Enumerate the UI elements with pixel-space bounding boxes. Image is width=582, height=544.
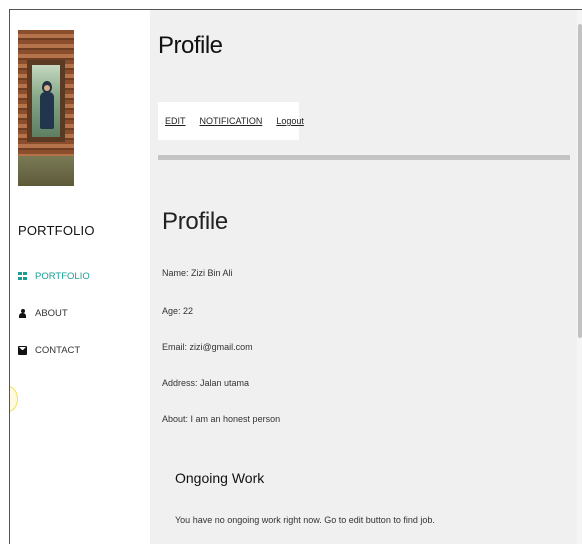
profile-photo bbox=[18, 30, 74, 186]
sidebar-item-contact[interactable]: CONTACT bbox=[18, 341, 90, 359]
divider bbox=[158, 155, 570, 160]
sidebar-item-portfolio[interactable]: PORTFOLIO bbox=[18, 267, 90, 285]
profile-address: Address: Jalan utama bbox=[162, 378, 250, 388]
sidebar-item-label: ABOUT bbox=[35, 307, 68, 319]
profile-about: About: I am an honest person bbox=[162, 414, 281, 424]
profile-age: Age: 22 bbox=[162, 306, 194, 316]
ongoing-work-title: Ongoing Work bbox=[175, 470, 265, 486]
sidebar-item-label: CONTACT bbox=[35, 344, 81, 356]
envelope-icon bbox=[18, 345, 27, 355]
edit-link[interactable]: EDIT bbox=[165, 116, 186, 126]
ongoing-work-message: You have no ongoing work right now. Go t… bbox=[175, 515, 435, 525]
profile-section-title: Profile bbox=[162, 208, 228, 235]
sidebar-item-about[interactable]: ABOUT bbox=[18, 304, 90, 322]
main-content: Profile EDIT NOTIFICATION Logout Profile… bbox=[150, 10, 582, 544]
scrollbar[interactable] bbox=[577, 10, 582, 544]
sidebar-item-label: PORTFOLIO bbox=[35, 270, 90, 282]
profile-email: Email: zizi@gmail.com bbox=[162, 342, 253, 352]
scrollbar-thumb[interactable] bbox=[578, 24, 582, 338]
sidebar-brand: PORTFOLIO bbox=[18, 223, 95, 238]
page-title: Profile bbox=[158, 32, 223, 59]
profile-name: Name: Zizi Bin Ali bbox=[162, 268, 233, 278]
grid-icon bbox=[18, 271, 27, 281]
logout-link[interactable]: Logout bbox=[276, 116, 304, 126]
profile-toolbar: EDIT NOTIFICATION Logout bbox=[158, 102, 304, 140]
notification-link[interactable]: NOTIFICATION bbox=[200, 116, 263, 126]
cursor-highlight bbox=[10, 386, 18, 412]
app-window: PORTFOLIO PORTFOLIO ABOUT CONTACT Profil… bbox=[9, 9, 582, 544]
user-icon bbox=[18, 308, 27, 318]
sidebar: PORTFOLIO PORTFOLIO ABOUT CONTACT bbox=[10, 10, 150, 544]
sidebar-nav: PORTFOLIO ABOUT CONTACT bbox=[18, 267, 90, 378]
